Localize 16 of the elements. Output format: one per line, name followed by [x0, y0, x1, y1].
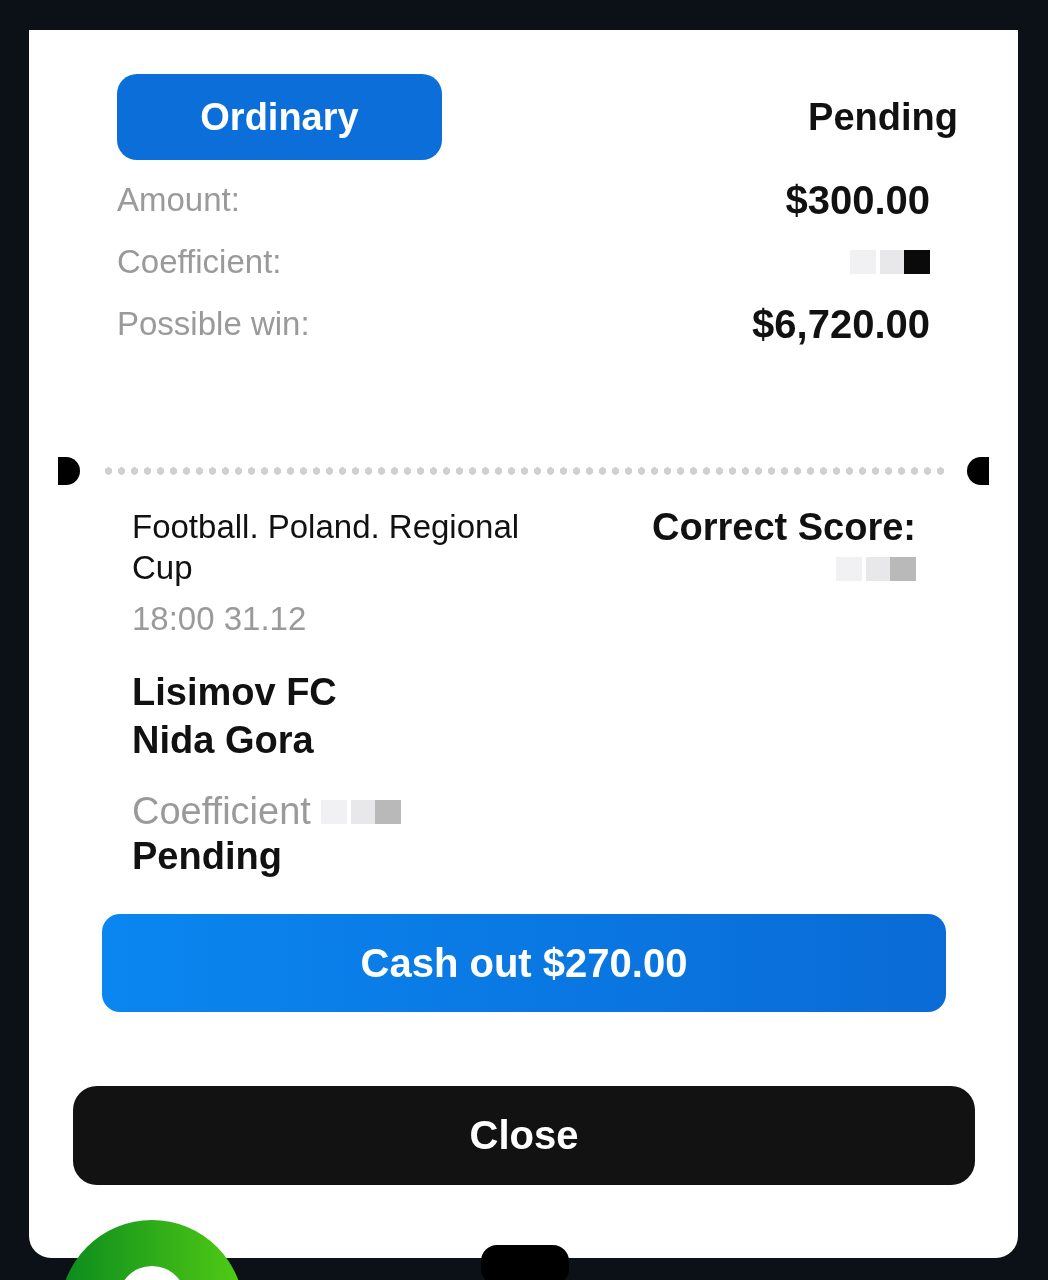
detail-value: $6,720.00: [752, 301, 930, 347]
bet-status: Pending: [808, 95, 958, 139]
bet-type-badge: Ordinary: [117, 74, 442, 160]
event-status: Pending: [132, 835, 283, 878]
event-title: Football. Poland. Regional Cup: [132, 507, 521, 588]
detail-label: Coefficient:: [117, 243, 282, 281]
team-name: Lisimov FC: [132, 670, 338, 715]
detail-label: Amount:: [117, 181, 240, 219]
close-button[interactable]: Close: [73, 1086, 975, 1185]
team-name: Nida Gora: [132, 718, 315, 763]
event-time: 18:00 31.12: [132, 600, 308, 638]
market-name: Correct Score:: [652, 506, 916, 549]
detail-value: $300.00: [785, 177, 930, 223]
detail-label: Possible win:: [117, 305, 310, 343]
coefficient-label: Coefficient: [132, 790, 311, 833]
cash-out-button[interactable]: Cash out $270.00: [102, 914, 946, 1012]
